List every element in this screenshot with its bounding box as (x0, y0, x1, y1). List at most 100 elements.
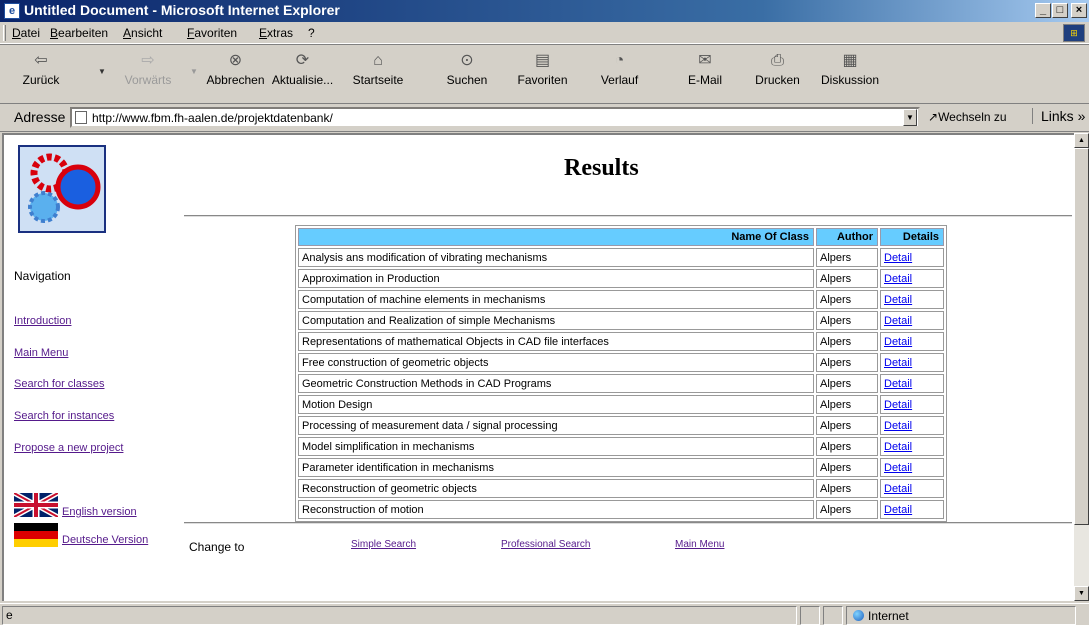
favorites-button[interactable]: ▤ Favoriten (510, 51, 575, 101)
scroll-up-icon[interactable]: ▲ (1074, 133, 1089, 148)
menu-ansicht[interactable]: Ansicht (123, 26, 162, 40)
detail-link[interactable]: Detail (884, 483, 912, 495)
scroll-down-icon[interactable]: ▼ (1074, 586, 1089, 601)
toolbar-grip (3, 25, 6, 41)
history-button[interactable]: ◔ Verlauf (592, 51, 647, 101)
detail-link[interactable]: Detail (884, 462, 912, 474)
mail-icon: ✉ (698, 52, 712, 69)
maximize-button[interactable]: □ (1052, 3, 1068, 18)
stop-icon: ⊗ (228, 52, 243, 69)
menu-bar: Datei Bearbeiten Ansicht Favoriten Extra… (0, 22, 1089, 44)
status-text-pane (2, 606, 797, 625)
forward-button[interactable]: ⇨ Vorwärts (118, 51, 178, 101)
detail-link[interactable]: Detail (884, 504, 912, 516)
detail-link[interactable]: Detail (884, 441, 912, 453)
divider-top (184, 215, 1072, 217)
col-details: Details (880, 228, 944, 246)
class-name-cell: Representations of mathematical Objects … (298, 332, 814, 351)
forward-dropdown-icon[interactable]: ▼ (190, 67, 198, 76)
table-row: Model simplification in mechanisms Alpers… (298, 437, 944, 456)
class-name-cell: Free construction of geometric objects (298, 353, 814, 372)
detail-cell: Detail (880, 353, 944, 372)
footer-main-menu-link[interactable]: Main Menu (675, 539, 724, 550)
vertical-scrollbar[interactable]: ▲ ▼ (1074, 133, 1089, 601)
detail-link[interactable]: Detail (884, 399, 912, 411)
minimize-button[interactable]: _ (1035, 3, 1051, 18)
detail-cell: Detail (880, 395, 944, 414)
back-button[interactable]: ⇦ Zurück (16, 51, 66, 101)
detail-link[interactable]: Detail (884, 294, 912, 306)
table-row: Computation and Realization of simple Me… (298, 311, 944, 330)
search-icon: ⊙ (460, 52, 474, 69)
detail-link[interactable]: Detail (884, 315, 912, 327)
links-button[interactable]: Links » (1032, 108, 1085, 124)
detail-link[interactable]: Detail (884, 252, 912, 264)
nav-propose-project[interactable]: Propose a new project (14, 442, 123, 454)
detail-link[interactable]: Detail (884, 357, 912, 369)
detail-cell: Detail (880, 332, 944, 351)
printer-icon: ⎙ (771, 52, 784, 69)
address-dropdown-icon[interactable]: ▼ (903, 109, 917, 126)
address-label: Adresse (14, 109, 66, 125)
menu-help[interactable]: ? (308, 26, 315, 40)
search-button[interactable]: ⊙ Suchen (442, 51, 492, 101)
detail-cell: Detail (880, 269, 944, 288)
menu-favoriten[interactable]: Favoriten (187, 26, 237, 40)
scrollbar-thumb[interactable] (1074, 148, 1089, 525)
gears-logo (18, 145, 106, 233)
simple-search-link[interactable]: Simple Search (351, 539, 416, 550)
class-name-cell: Computation and Realization of simple Me… (298, 311, 814, 330)
detail-cell: Detail (880, 500, 944, 519)
page-icon (75, 111, 87, 124)
author-cell: Alpers (816, 395, 878, 414)
table-row: Geometric Construction Methods in CAD Pr… (298, 374, 944, 393)
refresh-icon: ⟳ (295, 52, 310, 69)
favorites-icon: ▤ (534, 52, 551, 69)
refresh-button[interactable]: ⟳ Aktualisie... (265, 51, 340, 101)
zone-label: Internet (868, 609, 909, 623)
discuss-button[interactable]: ▦ Diskussion (815, 51, 885, 101)
status-pane-1 (800, 606, 820, 625)
author-cell: Alpers (816, 500, 878, 519)
nav-search-classes[interactable]: Search for classes (14, 378, 104, 390)
status-bar: e Internet (0, 603, 1089, 625)
table-row: Analysis ans modification of vibrating m… (298, 248, 944, 267)
home-button[interactable]: ⌂ Startseite (348, 51, 408, 101)
author-cell: Alpers (816, 374, 878, 393)
author-cell: Alpers (816, 290, 878, 309)
go-button[interactable]: ↗Wechseln zu (928, 110, 1007, 124)
ie-icon: e (4, 3, 20, 19)
stop-button[interactable]: ⊗ Abbrechen (203, 51, 268, 101)
professional-search-link[interactable]: Professional Search (501, 539, 591, 550)
address-input[interactable]: http://www.fbm.fh-aalen.de/projektdatenb… (70, 107, 920, 128)
class-name-cell: Model simplification in mechanisms (298, 437, 814, 456)
detail-cell: Detail (880, 479, 944, 498)
menu-datei[interactable]: Datei (12, 26, 40, 40)
detail-cell: Detail (880, 290, 944, 309)
english-version-link[interactable]: English version (62, 506, 137, 518)
uk-flag-icon[interactable] (12, 490, 60, 520)
nav-introduction[interactable]: Introduction (14, 315, 71, 327)
detail-link[interactable]: Detail (884, 336, 912, 348)
nav-search-instances[interactable]: Search for instances (14, 410, 114, 422)
page-title: Results (564, 155, 639, 181)
class-name-cell: Analysis ans modification of vibrating m… (298, 248, 814, 267)
detail-link[interactable]: Detail (884, 378, 912, 390)
detail-link[interactable]: Detail (884, 420, 912, 432)
detail-link[interactable]: Detail (884, 273, 912, 285)
change-to-label: Change to (189, 540, 245, 554)
class-name-cell: Geometric Construction Methods in CAD Pr… (298, 374, 814, 393)
menu-bearbeiten[interactable]: Bearbeiten (50, 26, 108, 40)
menu-extras[interactable]: Extras (259, 26, 293, 40)
back-dropdown-icon[interactable]: ▼ (98, 67, 106, 76)
german-flag-icon[interactable] (14, 523, 58, 547)
mail-button[interactable]: ✉ E-Mail (680, 51, 730, 101)
zone-pane: Internet (846, 606, 1076, 625)
class-name-cell: Reconstruction of motion (298, 500, 814, 519)
deutsche-version-link[interactable]: Deutsche Version (62, 534, 148, 546)
print-button[interactable]: ⎙ Drucken (750, 51, 805, 101)
close-button[interactable]: × (1071, 3, 1087, 18)
nav-main-menu[interactable]: Main Menu (14, 347, 68, 359)
forward-arrow-icon: ⇨ (141, 52, 155, 69)
table-row: Computation of machine elements in mecha… (298, 290, 944, 309)
